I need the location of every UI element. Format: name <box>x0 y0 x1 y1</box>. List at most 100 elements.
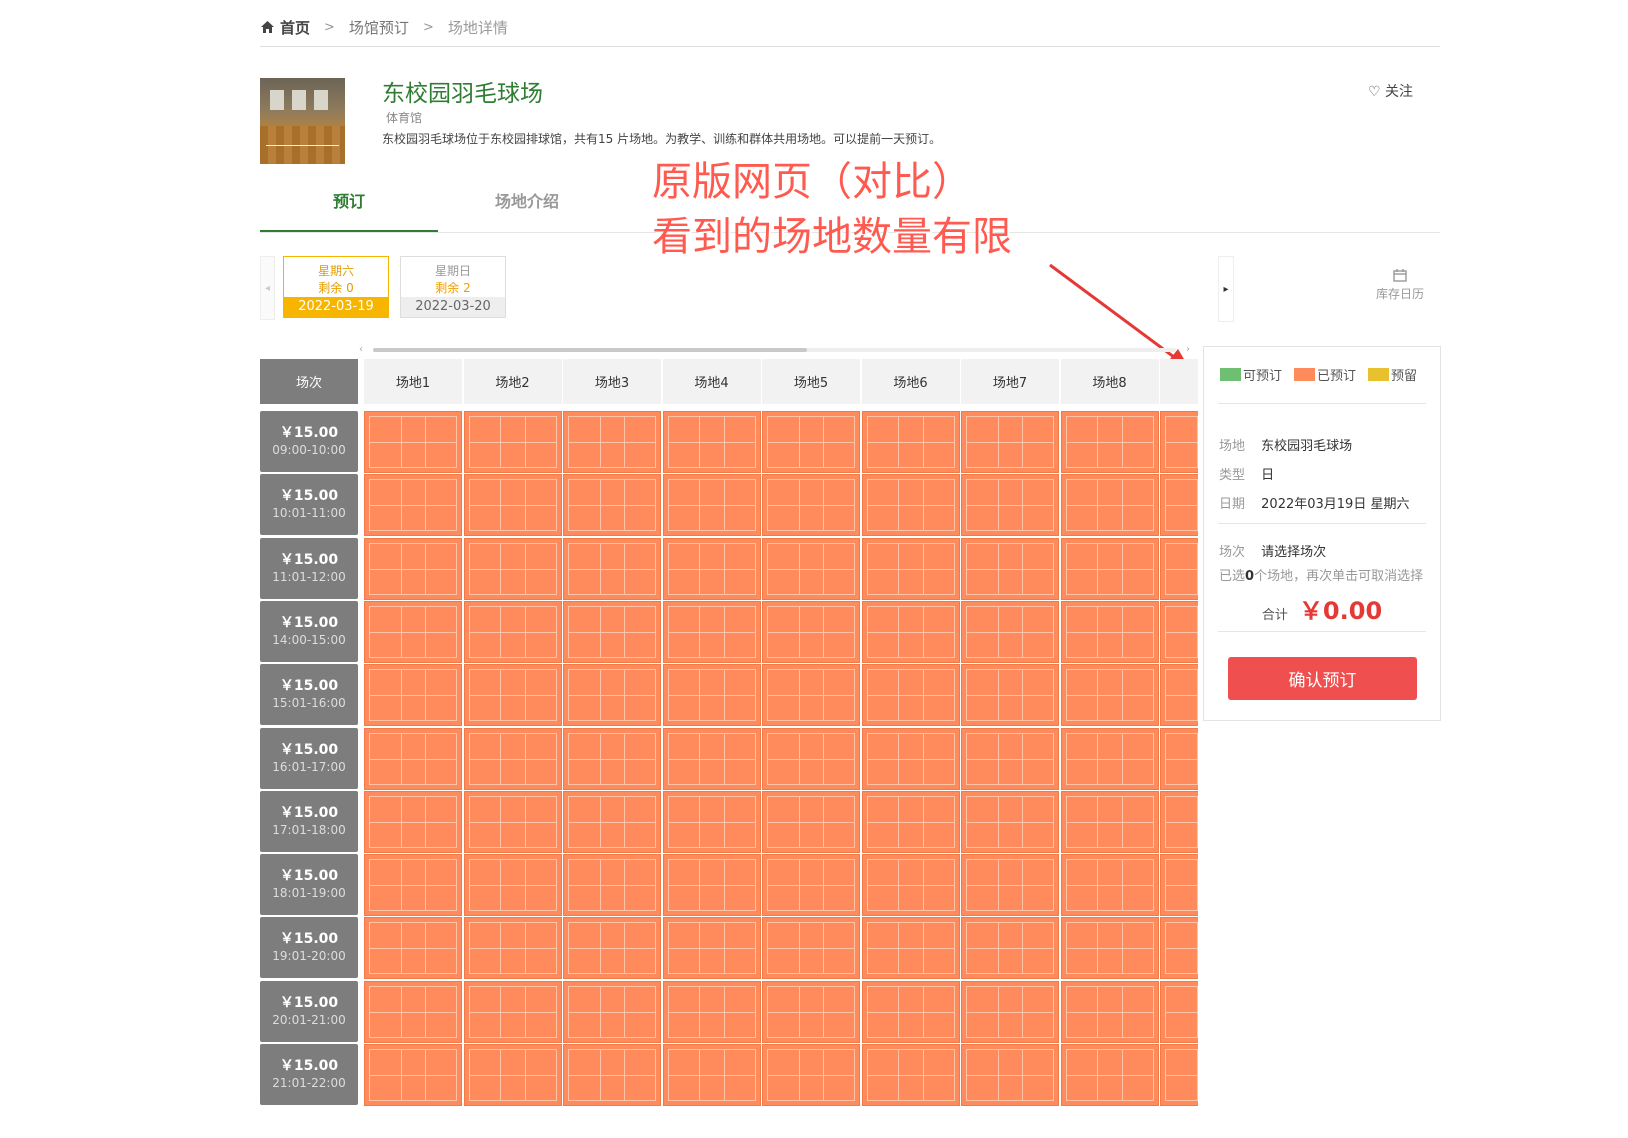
court-cell-booked[interactable] <box>563 854 661 917</box>
grid-scrollbar[interactable]: ‹ › <box>357 343 1192 357</box>
court-cell-cutoff[interactable] <box>1160 854 1198 917</box>
court-cell-booked[interactable] <box>662 790 761 853</box>
court-cell-booked[interactable] <box>861 1044 960 1106</box>
court-cell-booked[interactable] <box>563 980 661 1043</box>
court-cell-booked[interactable] <box>662 980 761 1043</box>
court-cell-booked[interactable] <box>463 664 562 727</box>
date-card[interactable]: 星期日 剩余 2 2022-03-20 <box>400 256 506 318</box>
court-cell-cutoff[interactable] <box>1160 537 1198 600</box>
court-cell-booked[interactable] <box>861 980 960 1043</box>
court-cell-booked[interactable] <box>463 600 562 663</box>
date-prev-button[interactable]: ◂ <box>260 256 275 320</box>
court-cell-booked[interactable] <box>861 474 960 537</box>
court-cell-booked[interactable] <box>762 1044 860 1106</box>
court-cell-booked[interactable] <box>961 727 1059 790</box>
court-cell-booked[interactable] <box>1060 854 1159 917</box>
court-cell-booked[interactable] <box>961 600 1059 663</box>
court-cell-booked[interactable] <box>563 474 661 537</box>
court-cell-booked[interactable] <box>1060 664 1159 727</box>
court-cell-cutoff[interactable] <box>1160 1044 1198 1106</box>
court-cell-booked[interactable] <box>762 474 860 537</box>
court-cell-booked[interactable] <box>463 727 562 790</box>
court-cell-booked[interactable] <box>364 1044 462 1106</box>
court-cell-booked[interactable] <box>961 537 1059 600</box>
court-cell-booked[interactable] <box>662 474 761 537</box>
court-cell-booked[interactable] <box>563 1044 661 1106</box>
court-cell-booked[interactable] <box>364 854 462 917</box>
court-cell-booked[interactable] <box>563 790 661 853</box>
court-cell-booked[interactable] <box>364 790 462 853</box>
court-cell-cutoff[interactable] <box>1160 600 1198 663</box>
court-cell-booked[interactable] <box>463 980 562 1043</box>
court-cell-booked[interactable] <box>364 411 462 473</box>
court-cell-booked[interactable] <box>364 917 462 980</box>
court-cell-booked[interactable] <box>961 664 1059 727</box>
court-cell-booked[interactable] <box>662 727 761 790</box>
court-cell-booked[interactable] <box>463 790 562 853</box>
court-cell-cutoff[interactable] <box>1160 411 1198 473</box>
court-cell-booked[interactable] <box>861 854 960 917</box>
scroll-left-icon[interactable]: ‹ <box>359 343 363 357</box>
court-cell-booked[interactable] <box>1060 411 1159 473</box>
court-cell-booked[interactable] <box>1060 1044 1159 1106</box>
date-next-button[interactable]: ▸ <box>1218 256 1234 322</box>
court-cell-booked[interactable] <box>861 537 960 600</box>
court-cell-cutoff[interactable] <box>1160 664 1198 727</box>
scroll-right-icon[interactable]: › <box>1186 343 1190 357</box>
court-cell-booked[interactable] <box>563 664 661 727</box>
court-cell-booked[interactable] <box>1060 474 1159 537</box>
court-cell-booked[interactable] <box>762 790 860 853</box>
court-cell-booked[interactable] <box>861 600 960 663</box>
court-cell-cutoff[interactable] <box>1160 790 1198 853</box>
breadcrumb-home[interactable]: 首页 <box>260 17 310 38</box>
court-cell-booked[interactable] <box>861 790 960 853</box>
breadcrumb-venue-booking[interactable]: 场馆预订 <box>349 17 409 38</box>
court-cell-booked[interactable] <box>563 600 661 663</box>
court-cell-booked[interactable] <box>762 917 860 980</box>
court-cell-booked[interactable] <box>364 537 462 600</box>
court-cell-booked[interactable] <box>961 474 1059 537</box>
court-cell-booked[interactable] <box>961 980 1059 1043</box>
court-cell-booked[interactable] <box>463 411 562 473</box>
court-cell-booked[interactable] <box>961 1044 1059 1106</box>
court-cell-booked[interactable] <box>861 727 960 790</box>
court-cell-booked[interactable] <box>463 917 562 980</box>
court-cell-booked[interactable] <box>662 537 761 600</box>
court-cell-booked[interactable] <box>364 980 462 1043</box>
court-cell-booked[interactable] <box>662 411 761 473</box>
court-cell-booked[interactable] <box>961 854 1059 917</box>
court-cell-booked[interactable] <box>861 411 960 473</box>
court-cell-booked[interactable] <box>861 664 960 727</box>
court-cell-booked[interactable] <box>463 537 562 600</box>
court-cell-booked[interactable] <box>961 411 1059 473</box>
court-cell-booked[interactable] <box>861 917 960 980</box>
court-cell-booked[interactable] <box>961 917 1059 980</box>
court-cell-booked[interactable] <box>1060 790 1159 853</box>
court-cell-booked[interactable] <box>662 854 761 917</box>
court-cell-booked[interactable] <box>762 727 860 790</box>
court-cell-cutoff[interactable] <box>1160 727 1198 790</box>
court-cell-booked[interactable] <box>762 411 860 473</box>
court-cell-booked[interactable] <box>463 854 562 917</box>
court-cell-booked[interactable] <box>662 917 761 980</box>
court-cell-booked[interactable] <box>762 980 860 1043</box>
court-cell-booked[interactable] <box>1060 537 1159 600</box>
court-cell-booked[interactable] <box>463 474 562 537</box>
scrollbar-thumb[interactable] <box>373 348 807 352</box>
court-cell-booked[interactable] <box>563 917 661 980</box>
court-cell-booked[interactable] <box>563 727 661 790</box>
tab-booking[interactable]: 预订 <box>260 182 438 232</box>
court-cell-cutoff[interactable] <box>1160 917 1198 980</box>
follow-button[interactable]: ♡ 关注 <box>1368 81 1413 101</box>
court-cell-booked[interactable] <box>1060 980 1159 1043</box>
court-cell-booked[interactable] <box>1060 727 1159 790</box>
court-cell-booked[interactable] <box>364 664 462 727</box>
court-cell-booked[interactable] <box>1060 917 1159 980</box>
court-cell-booked[interactable] <box>662 1044 761 1106</box>
tab-venue-intro[interactable]: 场地介绍 <box>438 182 616 230</box>
court-cell-booked[interactable] <box>563 411 661 473</box>
court-cell-booked[interactable] <box>662 664 761 727</box>
court-cell-booked[interactable] <box>961 790 1059 853</box>
court-cell-booked[interactable] <box>364 474 462 537</box>
court-cell-cutoff[interactable] <box>1160 474 1198 537</box>
